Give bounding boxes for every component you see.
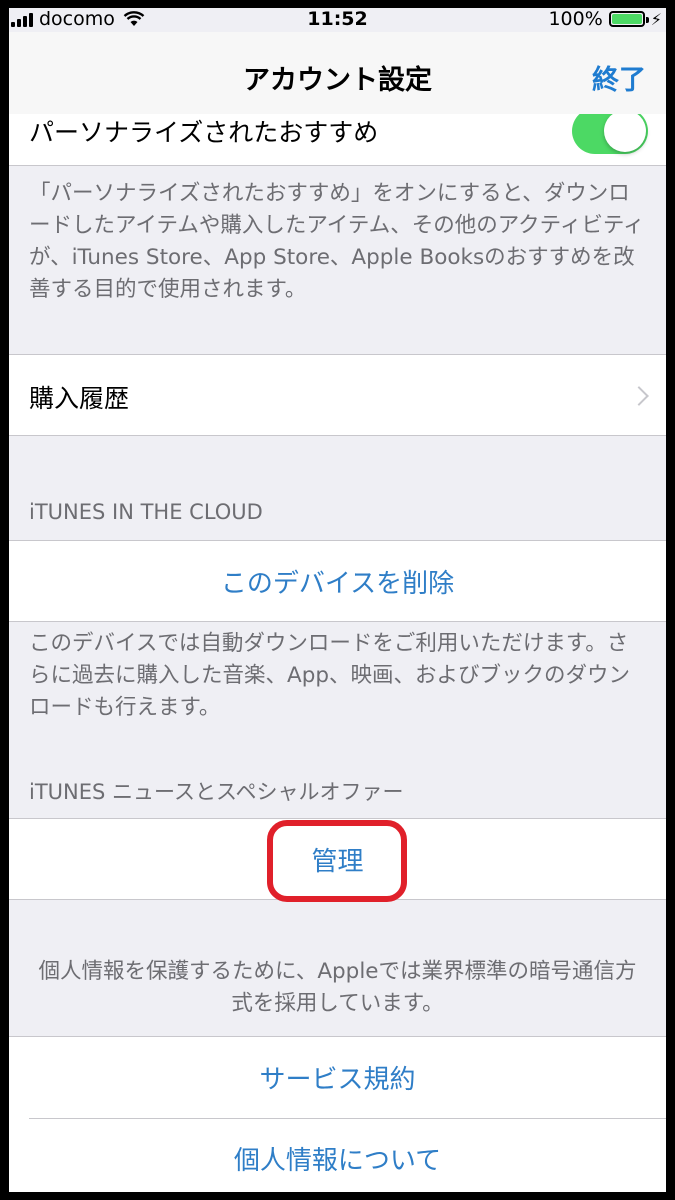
status-bar: docomo 11:52 100% ⚡ [9,8,666,32]
personalized-recommendations-toggle[interactable] [572,108,648,154]
toggle-knob [604,110,646,152]
links-divider [29,1118,666,1119]
battery-percent: 100% [548,8,603,30]
battery-full-icon [608,11,649,27]
status-right: 100% ⚡ [548,8,662,30]
remove-device-button[interactable]: このデバイスを削除 [9,563,666,600]
personalized-recommendations-label: パーソナライズされたおすすめ [29,118,379,147]
itunes-cloud-footer: このデバイスでは自動ダウンロードをご利用いただけます。さらに過去に購入した音楽、… [29,631,631,720]
manage-highlight-frame [267,820,407,902]
charging-plug-icon: ⚡ [650,9,662,29]
personalized-description: 「パーソナライズされたおすすめ」をオンにすると、ダウンロードしたアイテムや購入し… [29,181,645,302]
privacy-link[interactable]: 個人情報について [9,1140,666,1177]
purchase-history-label: 購入履歴 [29,384,130,413]
purchase-history-row[interactable]: 購入履歴 [9,354,666,436]
links-group: サービス規約 個人情報について [9,1036,666,1192]
terms-of-service-link[interactable]: サービス規約 [9,1059,666,1096]
privacy-note: 個人情報を保護するために、Appleでは業界標準の暗号通信方式を採用しています。 [38,959,637,1016]
remove-device-row[interactable]: このデバイスを削除 [9,540,666,622]
itunes-news-header: iTUNES ニュースとスペシャルオファー [29,780,404,804]
settings-screen: docomo 11:52 100% ⚡ アカウント設定 終了 パーソナライズされ… [9,8,666,1192]
done-button-overlay[interactable]: 終了 [592,58,646,97]
page-title-overlay: アカウント設定 [243,65,432,96]
itunes-cloud-header: iTUNES IN THE CLOUD [29,500,263,524]
navigation-bar-overlay: アカウント設定 終了 [9,32,666,114]
chevron-right-icon [629,386,649,406]
